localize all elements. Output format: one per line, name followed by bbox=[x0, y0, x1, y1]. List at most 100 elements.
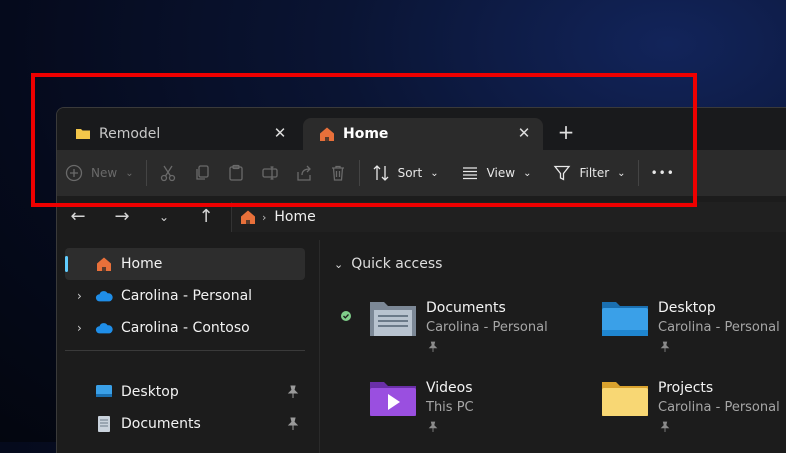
sort-label: Sort bbox=[397, 166, 423, 180]
chevron-down-icon: ⌄ bbox=[523, 167, 532, 179]
home-icon bbox=[241, 210, 255, 224]
back-button[interactable]: ← bbox=[67, 206, 89, 228]
filter-button[interactable]: Filter ⌄ bbox=[545, 156, 633, 190]
command-bar: New ⌄ Sort ⌄ View ⌄ Filter ⌄ ••• bbox=[57, 150, 786, 196]
breadcrumb[interactable]: Home bbox=[274, 209, 315, 225]
chevron-down-icon: ⌄ bbox=[334, 257, 344, 271]
trash-icon bbox=[331, 165, 344, 181]
onedrive-icon bbox=[95, 291, 113, 302]
item-location: Carolina - Personal bbox=[658, 320, 780, 335]
documents-folder-icon bbox=[370, 302, 416, 336]
sidebar-item-documents[interactable]: Documents bbox=[65, 408, 305, 440]
new-label: New bbox=[91, 166, 118, 180]
sort-icon bbox=[373, 165, 389, 181]
sidebar-item-home[interactable]: Home bbox=[65, 248, 305, 280]
item-name: Projects bbox=[658, 380, 714, 396]
selection-indicator bbox=[65, 256, 68, 272]
cut-button[interactable] bbox=[151, 156, 185, 190]
home-icon bbox=[97, 257, 111, 271]
tab-remodel[interactable]: Remodel ✕ bbox=[59, 118, 299, 150]
paste-icon bbox=[228, 164, 243, 181]
desktop-icon bbox=[96, 385, 112, 397]
sidebar-item-label: Carolina - Contoso bbox=[121, 320, 250, 336]
more-options-button[interactable]: ••• bbox=[643, 156, 683, 190]
sort-button[interactable]: Sort ⌄ bbox=[364, 156, 447, 190]
navigation-bar: ← → ⌄ ↑ › Home bbox=[57, 196, 786, 240]
plus-circle-icon bbox=[65, 164, 83, 182]
recent-locations-button[interactable]: ⌄ bbox=[153, 206, 175, 228]
toolbar-divider bbox=[637, 160, 639, 186]
chevron-down-icon: ⌄ bbox=[125, 167, 134, 179]
sidebar-item-carolina-personal[interactable]: › Carolina - Personal bbox=[65, 280, 305, 312]
quick-access-item-projects[interactable]: Projects Carolina - Personal bbox=[564, 378, 784, 438]
pin-icon[interactable] bbox=[287, 417, 299, 431]
close-icon[interactable]: ✕ bbox=[271, 124, 289, 142]
sidebar-item-desktop[interactable]: Desktop bbox=[65, 376, 305, 408]
file-explorer-window: Remodel ✕ Home ✕ + New ⌄ Sort ⌄ View ⌄ F… bbox=[56, 107, 786, 453]
content-pane: ⌄ Quick access Documents Carolina - Pers… bbox=[320, 240, 786, 453]
tab-label: Remodel bbox=[99, 126, 161, 142]
item-name: Videos bbox=[426, 380, 473, 396]
navigation-pane: Home › Carolina - Personal › Carolina - … bbox=[57, 240, 319, 453]
address-bar[interactable]: › Home bbox=[231, 202, 786, 232]
toolbar-divider bbox=[145, 160, 147, 186]
pin-icon bbox=[428, 421, 438, 432]
pin-icon bbox=[660, 341, 670, 352]
pin-icon[interactable] bbox=[287, 385, 299, 399]
videos-folder-icon bbox=[370, 382, 416, 416]
up-button[interactable]: ↑ bbox=[195, 206, 217, 228]
sync-status-icon bbox=[341, 311, 351, 321]
view-list-icon bbox=[462, 167, 477, 180]
sidebar-divider bbox=[65, 350, 305, 351]
rename-button[interactable] bbox=[253, 156, 287, 190]
new-tab-button[interactable]: + bbox=[555, 122, 577, 144]
folder-icon bbox=[76, 129, 90, 139]
view-button[interactable]: View ⌄ bbox=[453, 156, 540, 190]
quick-access-item-documents[interactable]: Documents Carolina - Personal bbox=[332, 298, 552, 358]
pin-icon bbox=[428, 341, 438, 352]
toolbar-divider bbox=[358, 160, 360, 186]
documents-icon bbox=[98, 416, 110, 432]
sidebar-item-label: Desktop bbox=[121, 384, 179, 400]
forward-button[interactable]: → bbox=[111, 206, 133, 228]
new-button[interactable]: New ⌄ bbox=[57, 156, 142, 190]
chevron-right-icon[interactable]: › bbox=[77, 289, 82, 303]
quick-access-header[interactable]: ⌄ Quick access bbox=[334, 256, 442, 272]
item-location: Carolina - Personal bbox=[426, 320, 548, 335]
home-icon bbox=[320, 127, 334, 141]
chevron-right-icon[interactable]: › bbox=[77, 321, 82, 335]
tab-home[interactable]: Home ✕ bbox=[303, 118, 543, 150]
item-location: This PC bbox=[426, 400, 474, 415]
sidebar-item-label: Home bbox=[121, 256, 163, 272]
filter-icon bbox=[554, 165, 571, 181]
section-title: Quick access bbox=[351, 256, 443, 272]
chevron-down-icon: ⌄ bbox=[617, 167, 626, 179]
share-icon bbox=[296, 165, 311, 181]
filter-label: Filter bbox=[579, 166, 610, 180]
chevron-down-icon: ⌄ bbox=[430, 167, 439, 179]
copy-icon bbox=[195, 165, 209, 180]
share-button[interactable] bbox=[287, 156, 321, 190]
tab-strip: Remodel ✕ Home ✕ + bbox=[57, 108, 786, 150]
quick-access-item-videos[interactable]: Videos This PC bbox=[332, 378, 552, 438]
paste-button[interactable] bbox=[219, 156, 253, 190]
breadcrumb-separator-icon: › bbox=[262, 210, 267, 224]
item-name: Desktop bbox=[658, 300, 716, 316]
delete-button[interactable] bbox=[321, 156, 355, 190]
pin-icon bbox=[660, 421, 670, 432]
onedrive-icon bbox=[95, 323, 113, 334]
close-icon[interactable]: ✕ bbox=[515, 124, 533, 142]
copy-button[interactable] bbox=[185, 156, 219, 190]
folder-icon bbox=[602, 382, 648, 416]
rename-icon bbox=[261, 166, 278, 180]
item-name: Documents bbox=[426, 300, 506, 316]
sidebar-item-label: Documents bbox=[121, 416, 201, 432]
scissors-icon bbox=[160, 165, 175, 182]
tab-label: Home bbox=[343, 126, 389, 142]
desktop-folder-icon bbox=[602, 302, 648, 336]
quick-access-item-desktop[interactable]: Desktop Carolina - Personal bbox=[564, 298, 784, 358]
view-label: View bbox=[486, 166, 516, 180]
more-icon: ••• bbox=[650, 166, 675, 180]
item-location: Carolina - Personal bbox=[658, 400, 780, 415]
sidebar-item-carolina-contoso[interactable]: › Carolina - Contoso bbox=[65, 312, 305, 344]
